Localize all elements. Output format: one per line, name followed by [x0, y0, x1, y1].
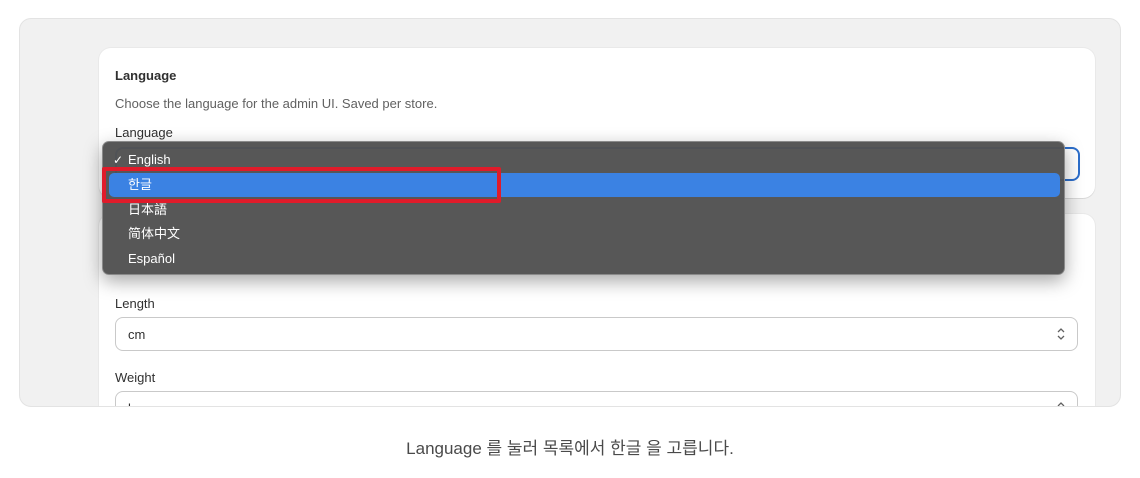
card-title: Language — [115, 68, 177, 83]
menu-item-chinese[interactable]: 简体中文 — [109, 222, 1060, 246]
menu-item-label: English — [128, 152, 171, 167]
menu-item-label: Español — [128, 251, 175, 266]
menu-item-label: 日本語 — [128, 202, 168, 217]
menu-item-spanish[interactable]: Español — [109, 247, 1060, 271]
weight-select[interactable]: kg — [115, 391, 1078, 406]
length-field-label: Length — [115, 296, 155, 311]
weight-select-value: kg — [128, 401, 142, 406]
annotation-highlight-box — [102, 167, 501, 203]
length-select-value: cm — [128, 327, 146, 342]
chevron-up-down-icon — [1055, 400, 1067, 406]
card-description: Choose the language for the admin UI. Sa… — [115, 96, 438, 111]
instruction-caption: Language 를 눌러 목록에서 한글 을 고릅니다. — [406, 439, 734, 458]
language-field-label: Language — [115, 125, 173, 140]
chevron-up-down-icon — [1055, 326, 1067, 342]
length-select[interactable]: cm — [115, 317, 1078, 351]
menu-item-label: 简体中文 — [128, 226, 181, 241]
language-dropdown-menu: ✓ English 한글 日本語 简体中文 Español — [102, 141, 1065, 275]
weight-field-label: Weight — [115, 370, 156, 385]
